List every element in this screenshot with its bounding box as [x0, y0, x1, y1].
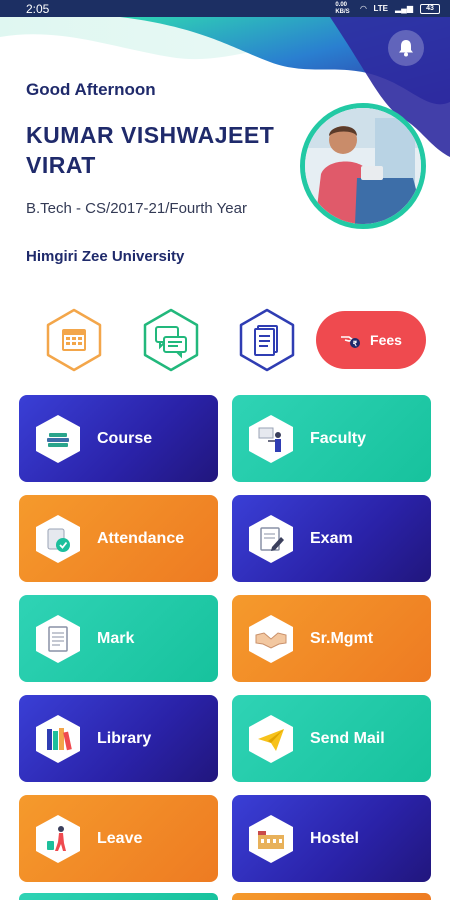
course-info: B.Tech - CS/2017-21/Fourth Year [26, 200, 247, 217]
attendance-icon [36, 514, 80, 563]
calendar-button[interactable] [41, 307, 107, 373]
marksheet-icon [36, 614, 80, 663]
chat-button[interactable] [138, 307, 204, 373]
tile-label: Exam [310, 529, 353, 547]
bell-icon [399, 40, 413, 57]
tile-exam[interactable]: Exam [232, 495, 431, 582]
wifi-icon: ◠ [360, 4, 367, 13]
book-stack-icon [36, 414, 80, 463]
greeting-text: Good Afternoon [26, 80, 156, 99]
network-label: LTE [373, 4, 389, 13]
building-icon [249, 814, 293, 863]
paper-plane-icon [249, 714, 293, 763]
document-icon [254, 325, 278, 356]
status-bar: 2:05 0.00 KB/S ◠ LTE ▂▄▆ 43 [0, 0, 450, 17]
fees-hand-coin-icon: ₹ [341, 336, 361, 348]
tile-label: Leave [97, 829, 143, 847]
quick-actions: ₹ Fees [0, 307, 450, 373]
status-time: 2:05 [26, 1, 50, 16]
svg-text:₹: ₹ [353, 340, 358, 348]
tile-label: Send Mail [310, 729, 385, 747]
notification-bell-button[interactable] [388, 30, 424, 66]
handshake-icon [249, 614, 293, 663]
tile-label: Mark [97, 629, 135, 647]
teacher-icon [249, 414, 293, 463]
traveller-icon [36, 814, 80, 863]
documents-button[interactable] [234, 307, 300, 373]
tile-label: Faculty [310, 429, 367, 447]
avatar-photo [305, 108, 421, 224]
tile-attendance[interactable]: Attendance [19, 495, 218, 582]
tile-label: Hostel [310, 829, 359, 847]
tile-label: Library [97, 729, 152, 747]
tile-faculty[interactable]: Faculty [232, 395, 431, 482]
tile-send-mail[interactable]: Send Mail [232, 695, 431, 782]
library-books-icon [36, 714, 80, 763]
tile-next-row-right[interactable] [232, 893, 431, 900]
tile-leave[interactable]: Leave [19, 795, 218, 882]
tile-next-row-left[interactable] [19, 893, 218, 900]
profile-avatar[interactable] [300, 103, 426, 229]
tile-library[interactable]: Library [19, 695, 218, 782]
tile-sr-mgmt[interactable]: Sr.Mgmt [232, 595, 431, 682]
exam-icon [249, 514, 293, 563]
battery-icon: 43 [420, 3, 440, 14]
tile-label: Sr.Mgmt [310, 629, 374, 647]
fees-button[interactable]: ₹ Fees [316, 311, 426, 369]
tile-hostel[interactable]: Hostel [232, 795, 431, 882]
tile-label: Course [97, 429, 153, 447]
university-name: Himgiri Zee University [26, 248, 185, 265]
net-speed: 0.00 KB/S [335, 1, 350, 15]
signal-icon: ▂▄▆ [395, 4, 413, 13]
calendar-icon [62, 329, 86, 351]
tile-course[interactable]: Course [19, 395, 218, 482]
tile-label: Attendance [97, 529, 185, 547]
tile-mark[interactable]: Mark [19, 595, 218, 682]
student-name: KUMAR VISHWAJEET VIRAT [26, 122, 275, 178]
fees-label: Fees [370, 332, 402, 348]
